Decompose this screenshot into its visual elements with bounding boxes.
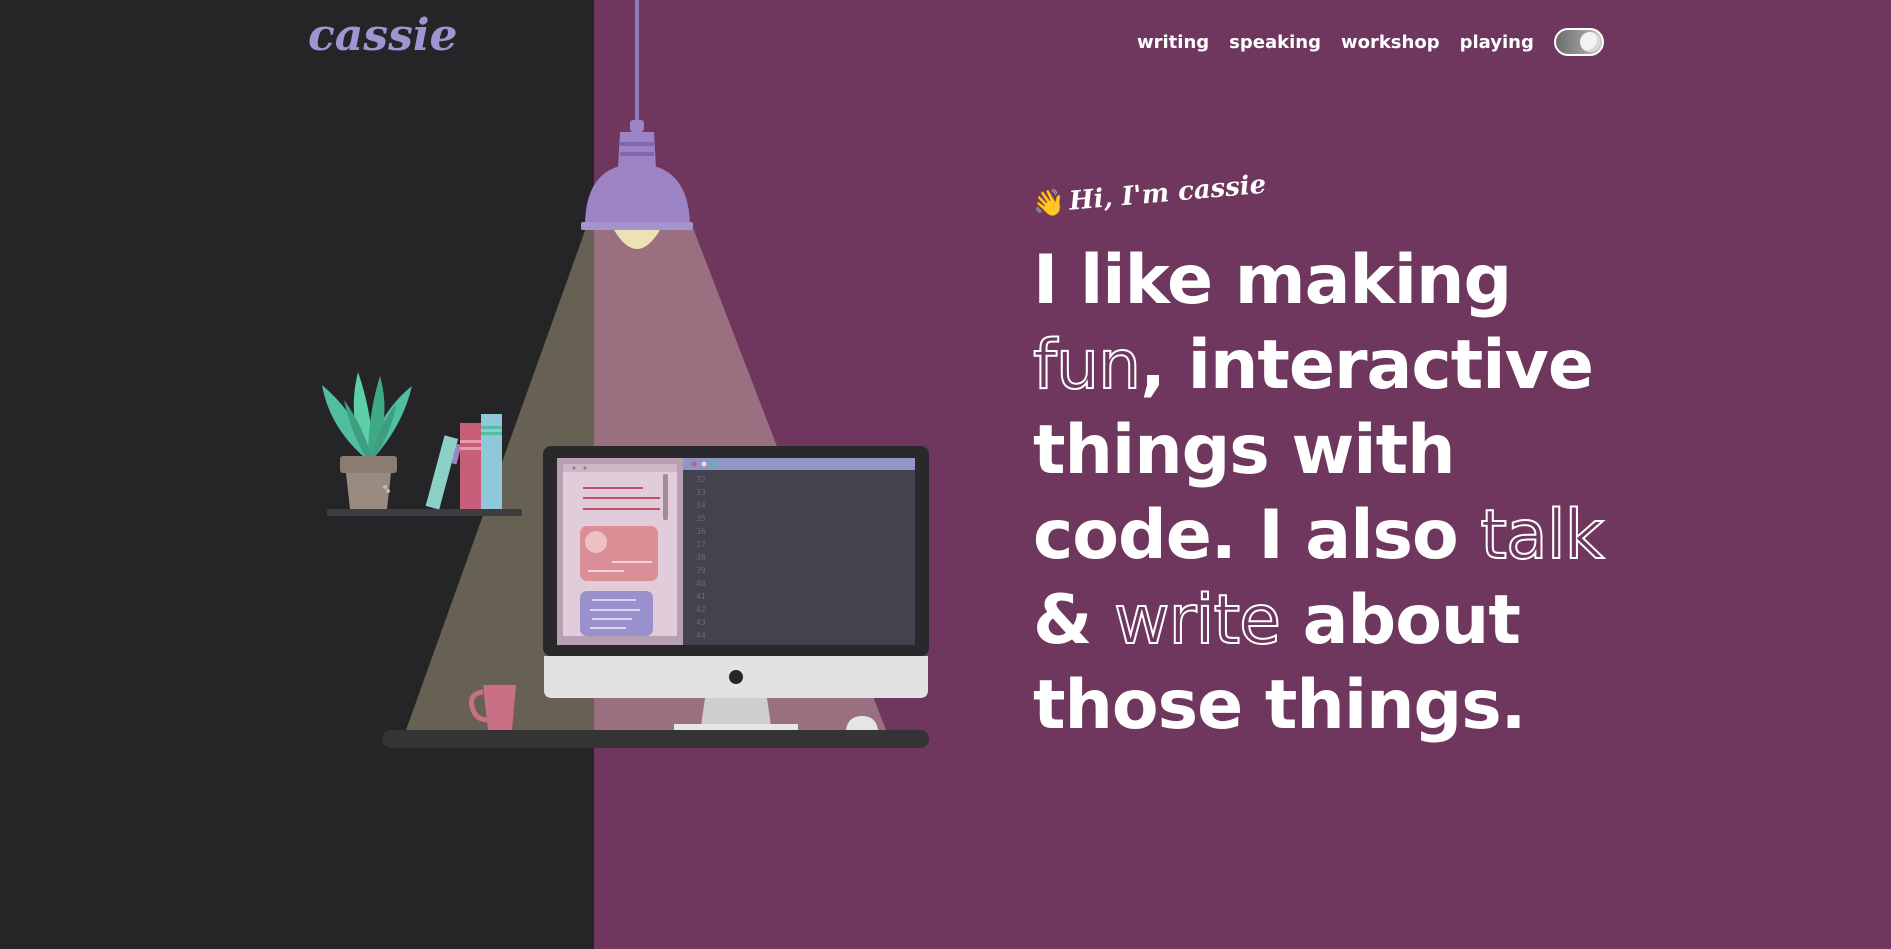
toggle-knob (1579, 32, 1600, 52)
headline-text: I like making (1033, 241, 1512, 320)
line-number: 33 (696, 488, 706, 497)
line-number: 41 (696, 592, 706, 601)
line-number: 36 (696, 527, 706, 536)
monitor-base (674, 724, 798, 730)
line-number: 40 (696, 579, 706, 588)
line-number: 37 (696, 540, 706, 549)
site-logo[interactable]: cassie (308, 10, 458, 61)
headline-highlight-talk: talk (1479, 495, 1605, 576)
line-number: 43 (696, 618, 706, 627)
nav-link-writing[interactable]: writing (1137, 32, 1209, 53)
headline-highlight-fun: fun (1032, 325, 1142, 406)
books-icon (425, 414, 502, 510)
headline-highlight-write: write (1113, 580, 1282, 661)
waving-hand-icon: 👋 (1031, 187, 1067, 220)
monitor: 32 33 34 35 36 37 38 39 40 41 42 43 44 (543, 446, 929, 698)
line-number: 34 (696, 501, 706, 510)
nav-link-workshop[interactable]: workshop (1341, 32, 1440, 53)
line-number: 39 (696, 566, 706, 575)
line-number: 38 (696, 553, 706, 562)
plant-icon (322, 372, 412, 509)
shelf (327, 509, 522, 516)
main-nav: writing speaking workshop playing (1137, 28, 1604, 56)
headline-text: & (1033, 581, 1114, 660)
nav-link-speaking[interactable]: speaking (1229, 32, 1321, 53)
line-number: 42 (696, 605, 706, 614)
desk (382, 730, 929, 748)
monitor-stand (701, 698, 771, 726)
line-number: 32 (696, 475, 706, 484)
line-number: 44 (696, 631, 706, 640)
nav-link-playing[interactable]: playing (1460, 32, 1534, 53)
line-number: 35 (696, 514, 706, 523)
hero-headline: I like making fun, interactive things wi… (1032, 238, 1653, 748)
lamp-cord (635, 0, 639, 122)
lamp-icon (581, 120, 693, 249)
theme-toggle[interactable] (1553, 28, 1604, 56)
